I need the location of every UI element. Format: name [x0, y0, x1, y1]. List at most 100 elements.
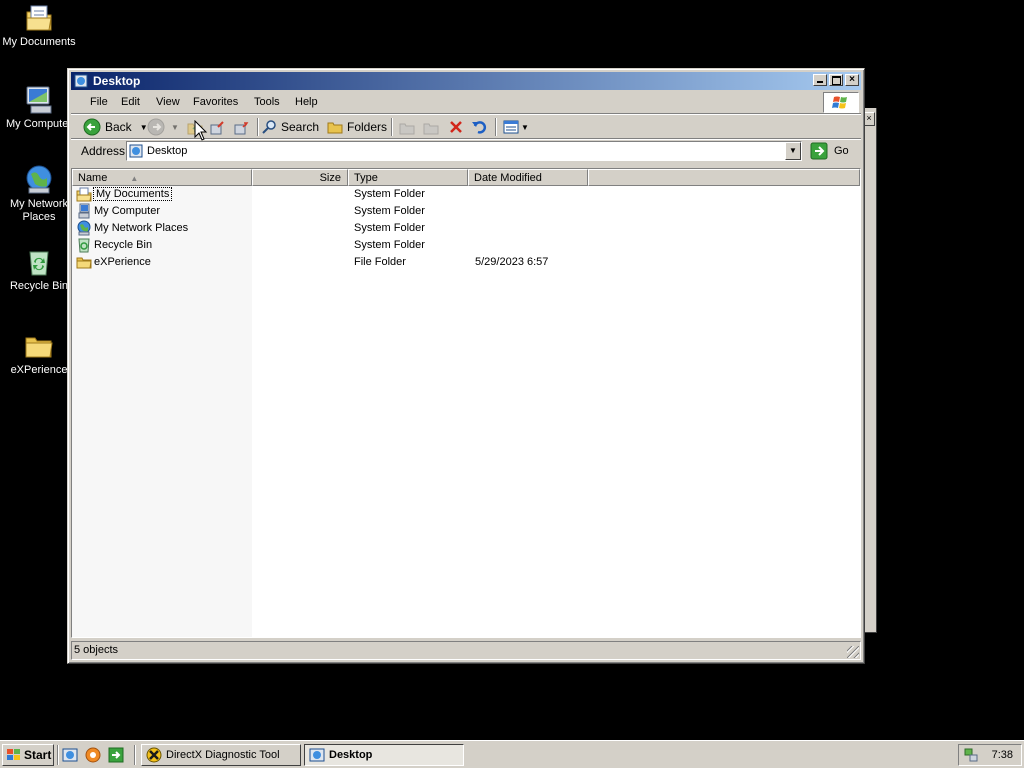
- windows-logo: [823, 92, 859, 113]
- column-header-size[interactable]: Size: [252, 169, 348, 186]
- address-value: Desktop: [147, 145, 188, 157]
- forward-arrow-icon: [147, 118, 165, 136]
- system-tray: 7:38: [958, 744, 1022, 766]
- status-bar: 5 objects: [71, 641, 861, 660]
- my-documents-icon: [26, 5, 52, 31]
- network-tray-icon[interactable]: [963, 747, 979, 763]
- folders-button[interactable]: Folders: [327, 117, 387, 137]
- table-row[interactable]: My Documents System Folder: [72, 186, 860, 203]
- sort-ascending-icon: ▲: [130, 174, 139, 183]
- move-to-folder-button[interactable]: [399, 117, 415, 137]
- desktop-window-icon: [74, 74, 88, 88]
- menu-file[interactable]: File: [90, 96, 108, 108]
- undo-button[interactable]: [471, 117, 487, 137]
- file-name: My Documents: [92, 187, 173, 201]
- window-title: Desktop: [93, 74, 141, 88]
- chevron-down-icon: ▼: [789, 146, 797, 155]
- start-button[interactable]: Start: [2, 744, 54, 766]
- windows-flag-icon: [832, 96, 847, 109]
- copy-to-folder-button[interactable]: [423, 117, 439, 137]
- task-label: Desktop: [329, 749, 373, 761]
- undo-icon: [472, 121, 487, 134]
- desktop-location-icon: [129, 144, 143, 158]
- network-places-icon: [77, 220, 91, 236]
- maximize-button[interactable]: [829, 74, 843, 86]
- copy-to-button[interactable]: [233, 117, 249, 137]
- search-button[interactable]: Search: [261, 117, 319, 137]
- title-bar[interactable]: Desktop ×: [71, 72, 861, 90]
- file-type: File Folder: [354, 256, 406, 268]
- close-button[interactable]: ×: [845, 74, 859, 86]
- chevron-down-icon[interactable]: ▼: [521, 123, 529, 132]
- table-row[interactable]: My Computer System Folder: [72, 203, 860, 220]
- go-button[interactable]: Go: [810, 141, 849, 161]
- menu-edit[interactable]: Edit: [121, 96, 140, 108]
- quicklaunch-browser-button[interactable]: [85, 747, 101, 766]
- directx-icon: [146, 747, 162, 763]
- column-header-label: Name: [78, 172, 108, 184]
- address-bar: Address Desktop ▼ Go: [71, 140, 861, 162]
- file-date-modified: 5/29/2023 6:57: [475, 256, 549, 268]
- folder-icon: [25, 337, 53, 358]
- clock[interactable]: 7:38: [992, 749, 1013, 761]
- list-header: Name ▲ Size Type Date Modified: [72, 169, 860, 186]
- column-header-type[interactable]: Type: [348, 169, 468, 186]
- resize-grip[interactable]: [847, 646, 859, 658]
- status-text: 5 objects: [74, 644, 119, 656]
- forward-button[interactable]: ▼: [147, 117, 179, 137]
- network-places-icon: [26, 165, 52, 194]
- go-label: Go: [834, 145, 849, 157]
- task-desktop[interactable]: Desktop: [304, 744, 464, 766]
- file-type: System Folder: [354, 188, 425, 200]
- search-icon: [262, 120, 276, 134]
- toolbar-separator: [391, 118, 393, 136]
- minimize-icon: [817, 81, 823, 83]
- green-arrow-icon: [108, 747, 124, 763]
- table-row[interactable]: Recycle Bin System Folder: [72, 237, 860, 254]
- back-arrow-icon: [83, 118, 101, 136]
- menu-tools[interactable]: Tools: [254, 96, 280, 108]
- file-type: System Folder: [354, 205, 425, 217]
- start-label: Start: [24, 748, 52, 762]
- my-documents-icon: [76, 187, 92, 202]
- desktop-icon-my-documents[interactable]: My Documents: [0, 2, 78, 49]
- my-computer-icon: [78, 203, 90, 219]
- table-row[interactable]: eXPerience File Folder 5/29/2023 6:57: [72, 254, 860, 271]
- views-button[interactable]: ▼: [503, 117, 529, 137]
- task-directx-diagnostic[interactable]: DirectX Diagnostic Tool: [141, 744, 301, 766]
- back-button[interactable]: Back ▼: [83, 117, 148, 137]
- views-icon: [503, 120, 519, 134]
- file-name: Recycle Bin: [94, 239, 153, 251]
- quicklaunch-desktop-button[interactable]: [62, 747, 78, 766]
- minimize-button[interactable]: [813, 74, 827, 86]
- column-header-name[interactable]: Name ▲: [72, 169, 252, 186]
- table-row[interactable]: My Network Places System Folder: [72, 220, 860, 237]
- menu-bar: File Edit View Favorites Tools Help: [71, 92, 861, 113]
- toolbar: Back ▼ ▼ Search Folders ▼: [71, 115, 861, 139]
- windows-flag-icon: [7, 749, 20, 760]
- search-label: Search: [281, 120, 320, 134]
- menu-view[interactable]: View: [156, 96, 180, 108]
- desktop-icon-label: My Documents: [2, 36, 76, 48]
- folder-icon: [76, 257, 92, 269]
- delete-button[interactable]: [448, 117, 464, 137]
- copy-to-icon: [234, 122, 249, 135]
- column-header-label: Date Modified: [474, 172, 542, 184]
- quicklaunch-app-button[interactable]: [108, 747, 124, 766]
- chevron-down-icon[interactable]: ▼: [171, 123, 179, 132]
- move-to-button[interactable]: [209, 117, 225, 137]
- column-header-date-modified[interactable]: Date Modified: [468, 169, 588, 186]
- file-type: System Folder: [354, 239, 425, 251]
- column-header-filler: [588, 169, 860, 186]
- address-input[interactable]: Desktop ▼: [126, 141, 802, 161]
- toolbar-separator: [495, 118, 497, 136]
- menu-help[interactable]: Help: [295, 96, 318, 108]
- maximize-icon: [831, 76, 841, 85]
- column-header-label: Type: [354, 172, 378, 184]
- file-list[interactable]: Name ▲ Size Type Date Modified My Docume…: [71, 168, 861, 638]
- menu-favorites[interactable]: Favorites: [193, 96, 238, 108]
- address-dropdown-button[interactable]: ▼: [785, 142, 801, 160]
- taskbar: Start DirectX Diagnostic Tool Desktop 7:…: [0, 740, 1024, 768]
- mouse-cursor-icon: [194, 120, 208, 141]
- recycle-bin-icon: [29, 251, 49, 276]
